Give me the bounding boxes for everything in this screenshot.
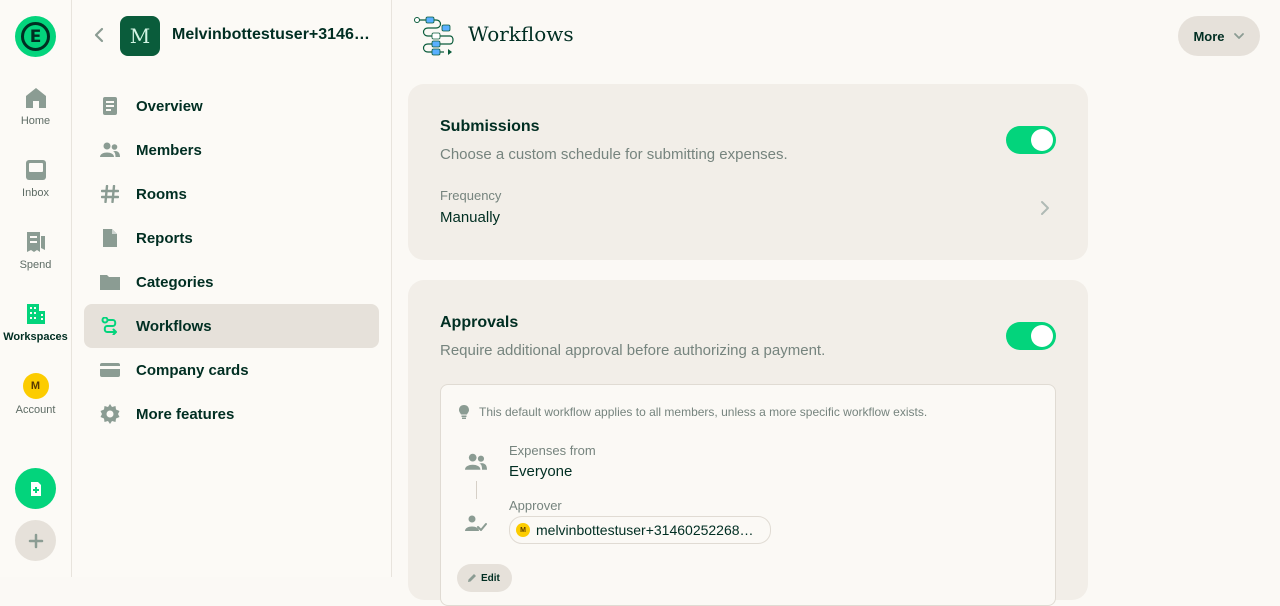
approvals-title: Approvals — [440, 314, 519, 331]
approvals-card: Approvals Require additional approval be… — [408, 280, 1088, 606]
building-icon — [26, 304, 45, 324]
submissions-description: Choose a custom schedule for submitting … — [440, 146, 788, 163]
credit-card-icon — [100, 360, 120, 380]
approvals-toggle[interactable] — [1006, 322, 1056, 350]
workflow-hint-text: This default workflow applies to all mem… — [479, 405, 928, 419]
folder-icon — [100, 272, 120, 292]
edit-label: Edit — [481, 572, 500, 584]
sidebar-item-workflows[interactable]: Workflows — [84, 304, 379, 348]
logo-letter: E — [21, 22, 50, 51]
workflow-icon — [100, 316, 120, 336]
workflow-connector — [476, 481, 477, 499]
sidebar-item-label: Overview — [136, 97, 203, 115]
gear-icon — [100, 404, 120, 424]
add-button[interactable] — [15, 520, 56, 561]
sidebar-item-overview[interactable]: Overview — [84, 84, 379, 128]
submissions-toggle[interactable] — [1006, 126, 1056, 154]
more-button[interactable]: More — [1178, 16, 1260, 56]
approver-chip[interactable]: M melvinbottestuser+3146025226808@gmail.… — [509, 516, 771, 544]
rail-item-account[interactable]: M Account — [0, 373, 71, 416]
back-button[interactable] — [90, 26, 108, 49]
frequency-row[interactable]: Frequency Manually — [408, 180, 1088, 236]
submissions-card: Submissions Choose a custom schedule for… — [408, 84, 1088, 260]
rail-item-inbox[interactable]: Inbox — [0, 158, 71, 199]
users-icon — [465, 453, 487, 470]
rail-label-inbox: Inbox — [22, 187, 49, 199]
file-icon — [100, 228, 120, 248]
sidebar-item-categories[interactable]: Categories — [84, 260, 379, 304]
rail-label-home: Home — [20, 115, 51, 127]
plus-icon — [28, 533, 43, 548]
sidebar-item-label: Categories — [136, 273, 214, 291]
sidebar-item-label: Members — [136, 141, 202, 159]
expenses-from-value: Everyone — [509, 463, 573, 480]
frequency-value: Manually — [440, 209, 501, 226]
chevron-left-icon — [94, 27, 104, 43]
workspace-sidebar: M Melvinbottestuser+3146025226808@gmail.… — [72, 0, 392, 577]
page-title: Workflows — [468, 22, 574, 46]
rail-item-spend[interactable]: Spend — [0, 230, 71, 271]
sidebar-item-rooms[interactable]: Rooms — [84, 172, 379, 216]
submissions-title: Submissions — [440, 118, 540, 135]
chevron-down-icon — [1233, 33, 1244, 39]
workflow-illustration-icon — [414, 16, 454, 56]
rail-item-workspaces[interactable]: Workspaces — [0, 302, 71, 343]
sidebar-item-label: Company cards — [136, 361, 249, 379]
sidebar-item-more-features[interactable]: More features — [84, 392, 379, 436]
sidebar-item-label: Rooms — [136, 185, 187, 203]
document-icon — [100, 96, 120, 116]
user-check-icon — [465, 515, 487, 531]
approver-label: Approver — [509, 498, 562, 513]
new-expense-button[interactable] — [15, 468, 56, 509]
toggle-knob — [1031, 129, 1053, 151]
sidebar-item-company-cards[interactable]: Company cards — [84, 348, 379, 392]
sidebar-item-members[interactable]: Members — [84, 128, 379, 172]
sidebar-item-label: Workflows — [136, 317, 212, 335]
default-workflow-box[interactable]: This default workflow applies to all mem… — [440, 384, 1056, 606]
users-icon — [100, 140, 120, 160]
expenses-from-label: Expenses from — [509, 443, 596, 458]
more-button-label: More — [1193, 28, 1225, 44]
approver-name: melvinbottestuser+3146025226808@gmail.co… — [536, 522, 760, 538]
chevron-right-icon — [1041, 201, 1049, 215]
edit-workflow-button[interactable]: Edit — [457, 564, 512, 592]
new-expense-icon — [30, 481, 41, 496]
rail-label-account: Account — [15, 404, 56, 416]
toggle-knob — [1031, 325, 1053, 347]
workflow-hint: This default workflow applies to all mem… — [459, 405, 927, 419]
sidebar-item-label: Reports — [136, 229, 193, 247]
approver-avatar: M — [516, 523, 530, 537]
sidebar-item-reports[interactable]: Reports — [84, 216, 379, 260]
home-icon — [25, 88, 46, 108]
lightbulb-icon — [459, 405, 469, 419]
left-rail: E Home Inbox Spend Workspaces M Account — [0, 0, 72, 577]
workspace-avatar: M — [120, 16, 160, 56]
frequency-label: Frequency — [440, 188, 502, 203]
rail-label-workspaces: Workspaces — [3, 331, 68, 343]
hashtag-icon — [100, 184, 120, 204]
account-avatar: M — [22, 373, 49, 399]
workspace-name: Melvinbottestuser+3146025226808@gmail.co… — [172, 26, 372, 43]
expensify-logo[interactable]: E — [15, 16, 56, 57]
rail-label-spend: Spend — [19, 259, 52, 271]
receipt-icon — [26, 232, 45, 252]
approvals-description: Require additional approval before autho… — [440, 342, 826, 359]
rail-item-home[interactable]: Home — [0, 86, 71, 127]
sidebar-item-label: More features — [136, 405, 235, 423]
main-content: Workflows More Submissions Choose a cust… — [392, 0, 1280, 606]
inbox-icon — [25, 160, 46, 180]
pencil-icon — [468, 574, 476, 582]
